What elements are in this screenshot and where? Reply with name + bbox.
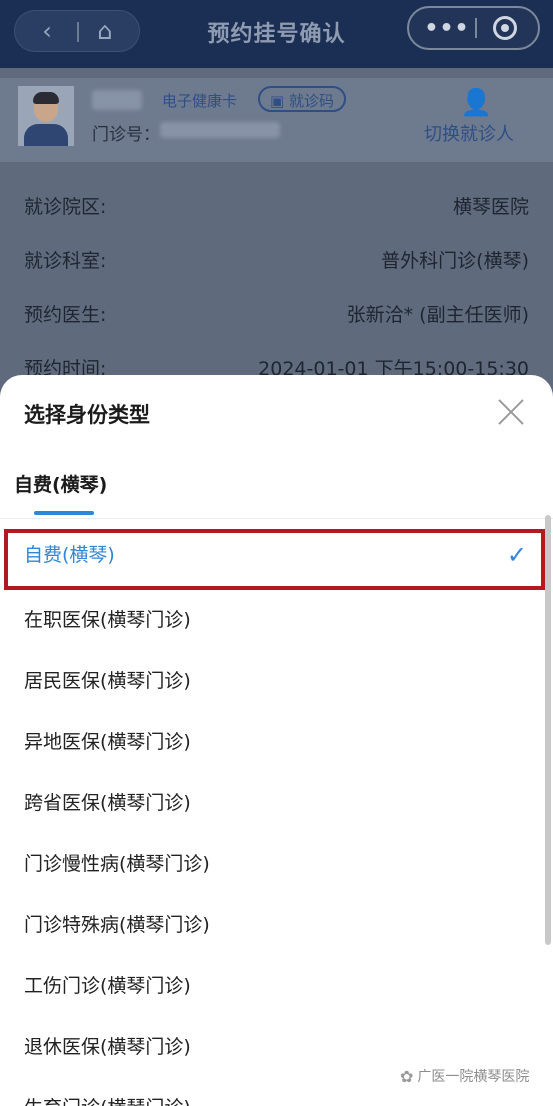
qr-icon: ▣: [270, 92, 285, 110]
close-icon[interactable]: [496, 397, 526, 427]
visit-code-label: 就诊码: [288, 92, 334, 110]
close-miniprogram-icon[interactable]: [493, 16, 517, 40]
health-card-link[interactable]: 电子健康卡: [162, 90, 237, 111]
identity-option-label: 退休医保(横琴门诊): [24, 1036, 191, 1058]
info-row-campus: 就诊院区: 横琴医院: [24, 192, 529, 222]
watermark-text: 广医一院横琴医院: [417, 1069, 530, 1085]
identity-type-sheet: 选择身份类型 自费(横琴) 自费(横琴) ✓ 在职医保(横琴门诊) 居民医保(横琴门诊…: [0, 375, 553, 1106]
switch-person-button[interactable]: 切换就诊人: [424, 120, 514, 146]
identity-option-label: 自费(横琴): [24, 544, 115, 566]
identity-option[interactable]: 跨省医保(横琴门诊): [0, 773, 545, 834]
info-row-doctor: 预约医生: 张新洽* (副主任医师): [24, 300, 529, 330]
page-title: 预约挂号确认: [207, 22, 346, 47]
department-value: 普外科门诊(横琴): [381, 250, 529, 272]
identity-option[interactable]: 工伤门诊(横琴门诊): [0, 956, 545, 1017]
patient-name-blurred: [92, 90, 142, 110]
watermark: ✿ 广医一院横琴医院: [400, 1066, 529, 1086]
capsule-divider: [475, 18, 477, 38]
doctor-value: 张新洽* (副主任医师): [346, 304, 529, 326]
scrollbar[interactable]: [545, 515, 551, 945]
visit-code-button[interactable]: ▣ 就诊码: [258, 86, 346, 112]
department-label: 就诊科室:: [24, 250, 107, 272]
outpatient-number-blurred: [160, 122, 280, 138]
identity-option[interactable]: 异地医保(横琴门诊): [0, 712, 545, 773]
tab-selected-identity[interactable]: 自费(横琴): [14, 470, 107, 497]
campus-label: 就诊院区:: [24, 196, 107, 218]
capsule-divider: [77, 22, 79, 42]
top-nav-bar: ‹ ⌂ 预约挂号确认 •••: [0, 0, 553, 68]
identity-option[interactable]: 门诊特殊病(横琴门诊): [0, 895, 545, 956]
patient-card: 电子健康卡 ▣ 就诊码 门诊号： 👤 切换就诊人: [0, 78, 553, 162]
outpatient-number-label: 门诊号：: [92, 125, 160, 145]
wechat-icon: ✿: [400, 1066, 414, 1086]
back-icon[interactable]: ‹: [23, 11, 71, 51]
identity-option-label: 工伤门诊(横琴门诊): [24, 975, 191, 997]
check-icon: ✓: [506, 541, 527, 569]
doctor-label: 预约医生:: [24, 304, 107, 326]
identity-option[interactable]: 在职医保(横琴门诊): [0, 590, 545, 651]
identity-option-label: 在职医保(横琴门诊): [24, 609, 191, 631]
identity-option-label: 生育门诊(横琴门诊): [24, 1097, 191, 1106]
avatar: [18, 86, 74, 146]
divider: [0, 518, 553, 519]
campus-value: 横琴医院: [452, 196, 529, 218]
nav-capsule-right: •••: [407, 6, 540, 50]
identity-option[interactable]: 门诊慢性病(横琴门诊): [0, 834, 545, 895]
identity-option[interactable]: 居民医保(横琴门诊): [0, 651, 545, 712]
identity-option-label: 跨省医保(横琴门诊): [24, 792, 191, 814]
identity-option-label: 门诊特殊病(横琴门诊): [24, 914, 210, 936]
nav-capsule-left: ‹ ⌂: [14, 10, 140, 52]
sheet-title: 选择身份类型: [24, 403, 150, 427]
home-icon[interactable]: ⌂: [81, 11, 129, 51]
identity-option-label: 异地医保(横琴门诊): [24, 731, 191, 753]
identity-option-list: 自费(横琴) ✓ 在职医保(横琴门诊) 居民医保(横琴门诊) 异地医保(横琴门诊) 跨省医…: [0, 525, 545, 1106]
identity-option-label: 居民医保(横琴门诊): [24, 670, 191, 692]
identity-option-label: 门诊慢性病(横琴门诊): [24, 853, 210, 875]
info-row-department: 就诊科室: 普外科门诊(横琴): [24, 246, 529, 276]
identity-option[interactable]: 自费(横琴) ✓: [4, 529, 545, 590]
appointment-info: 就诊院区: 横琴医院 就诊科室: 普外科门诊(横琴) 预约医生: 张新洽* (副…: [0, 162, 553, 392]
tab-underline: [34, 511, 94, 515]
more-icon[interactable]: •••: [421, 8, 473, 48]
switch-person-icon[interactable]: 👤: [460, 88, 492, 118]
